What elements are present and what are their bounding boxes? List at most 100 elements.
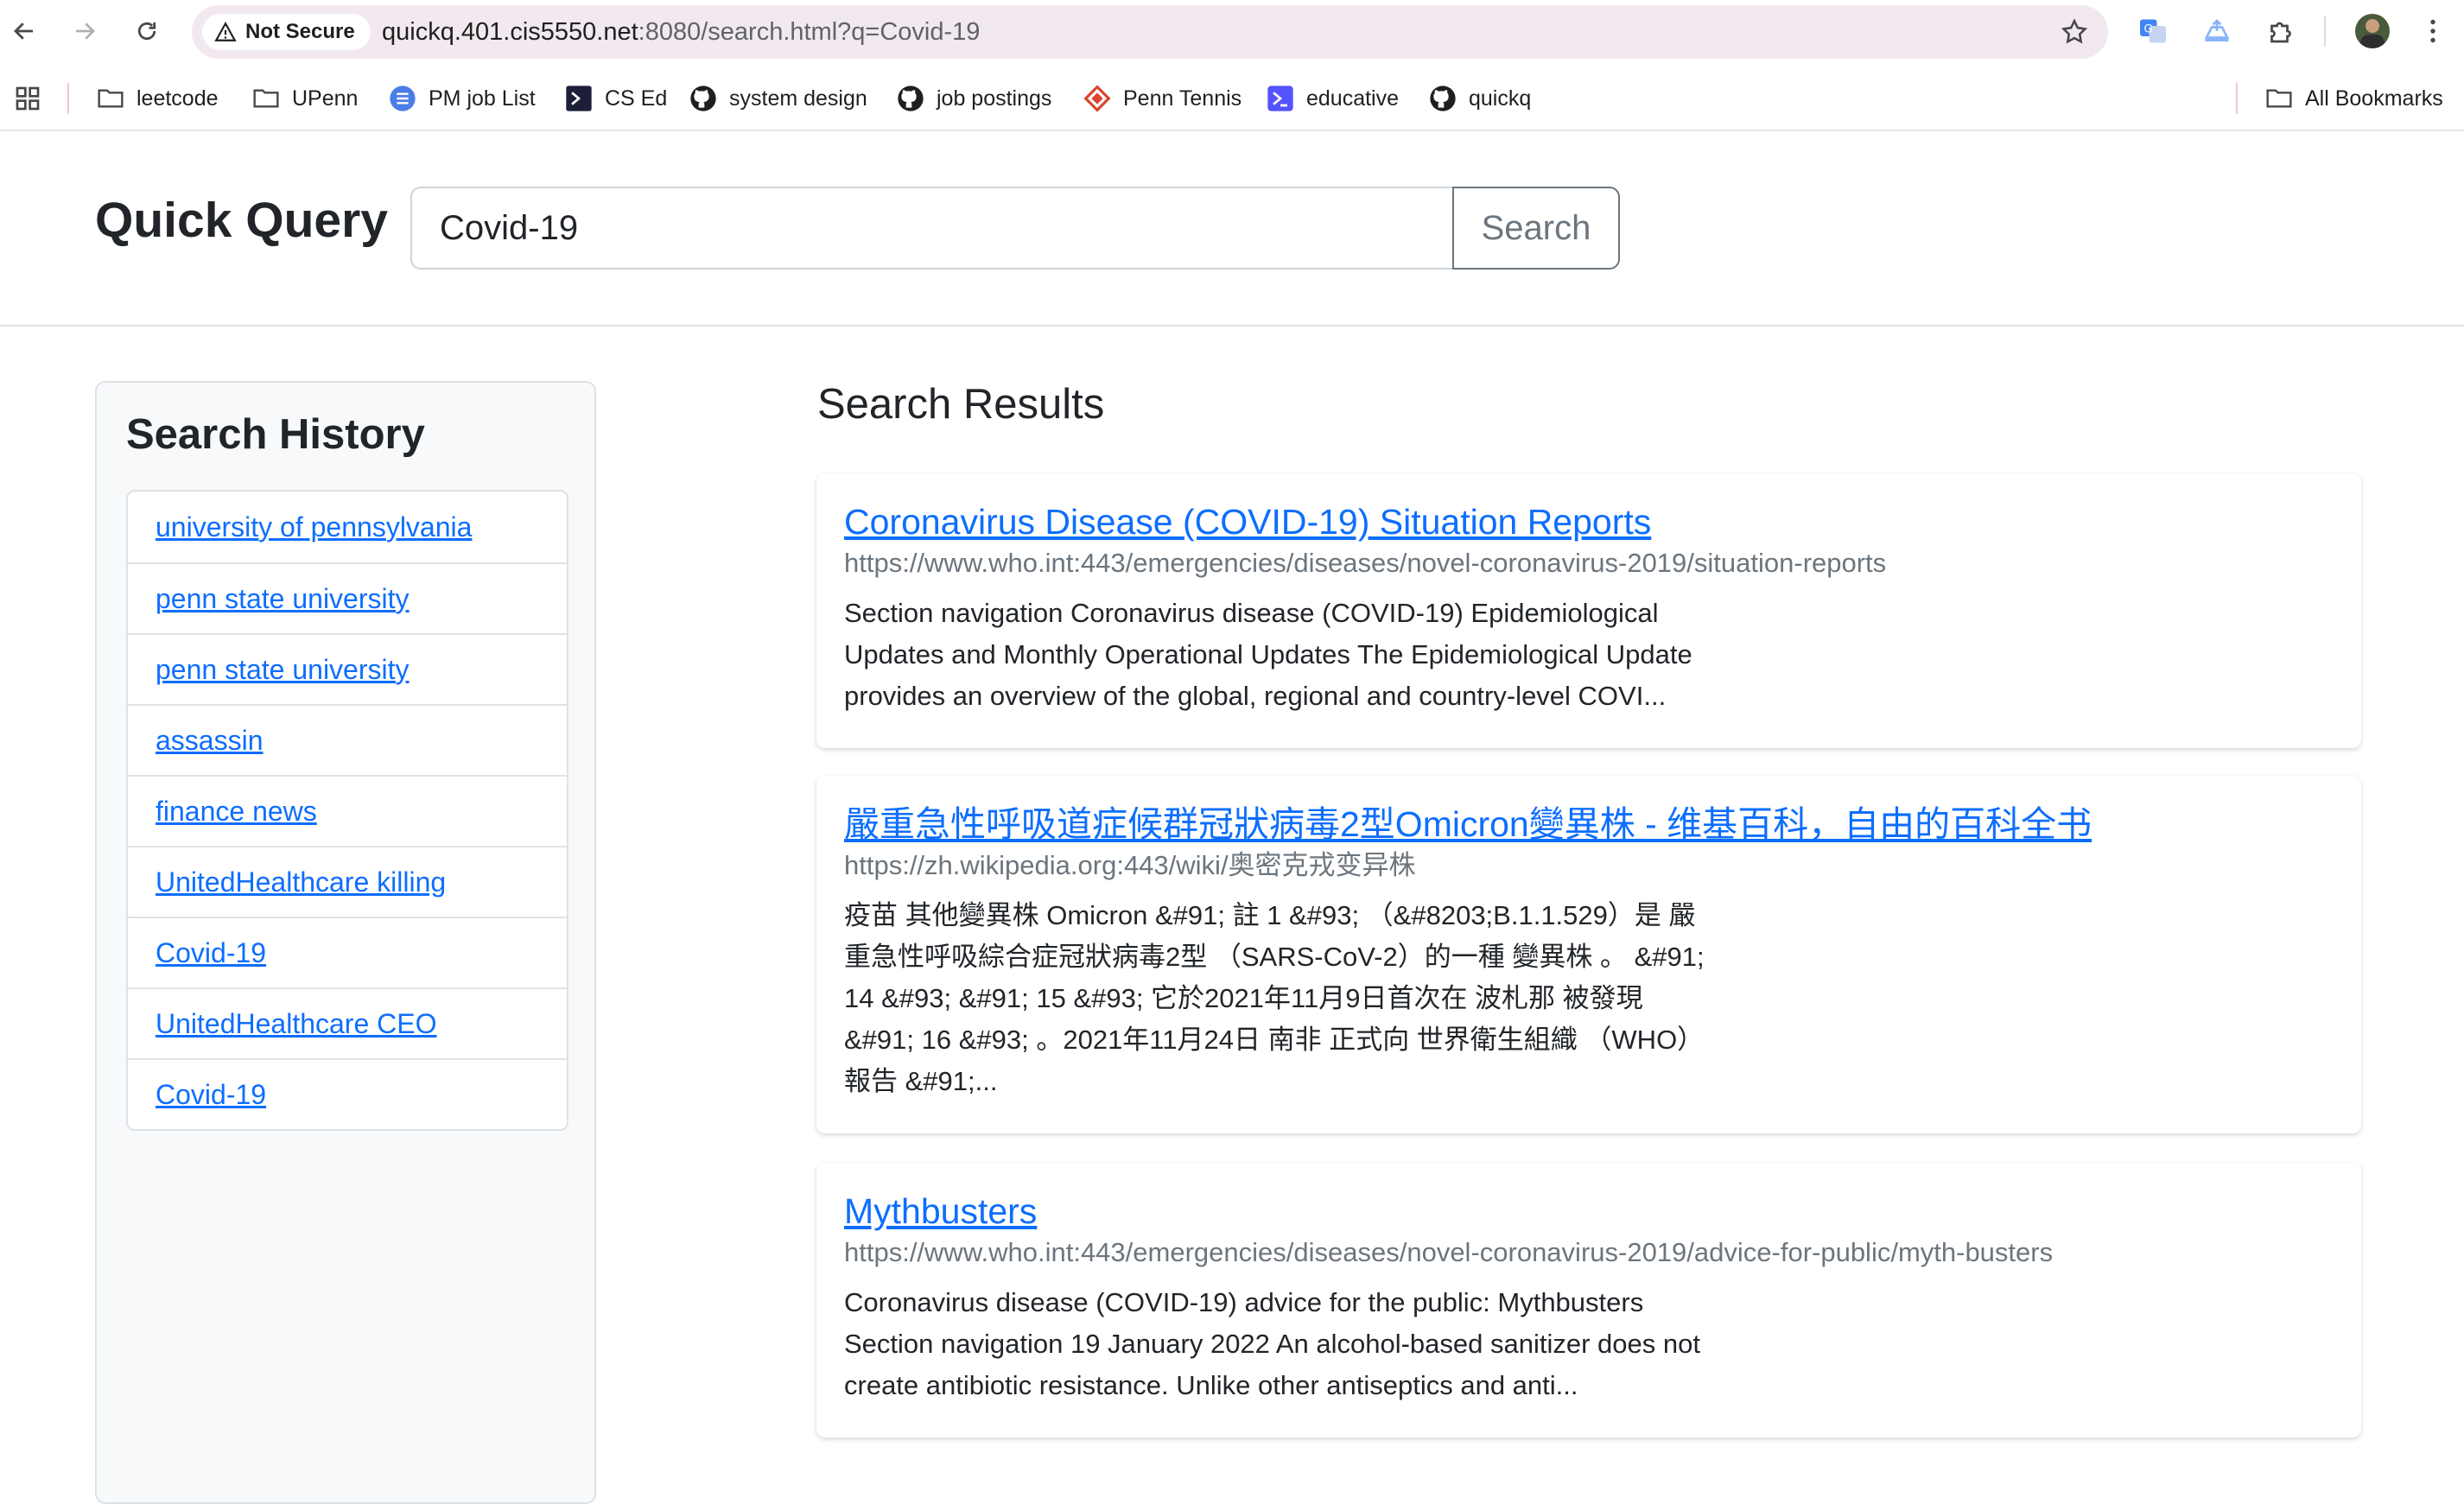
bookmark-star-icon[interactable] bbox=[2060, 17, 2089, 47]
bookmark-label: CS Ed bbox=[605, 86, 668, 111]
history-item: penn state university bbox=[128, 633, 567, 704]
url-host: quickq.401.cis5550.net bbox=[382, 18, 638, 46]
chrome-divider bbox=[0, 130, 2464, 131]
educative-icon bbox=[1267, 85, 1294, 112]
bookmark-system-design[interactable]: system design bbox=[689, 74, 867, 123]
search-history-list: university of pennsylvania penn state un… bbox=[126, 490, 568, 1131]
history-link[interactable]: penn state university bbox=[156, 583, 410, 615]
history-link[interactable]: UnitedHealthcare CEO bbox=[156, 1008, 436, 1040]
result-snippet: Section navigation Coronavirus disease (… bbox=[844, 598, 1692, 711]
github-icon bbox=[689, 85, 717, 112]
history-item: assassin bbox=[128, 704, 567, 775]
forward-button[interactable] bbox=[64, 10, 105, 52]
avatar-body bbox=[2360, 35, 2385, 48]
profile-avatar[interactable] bbox=[2355, 14, 2390, 48]
history-item: finance news bbox=[128, 775, 567, 846]
kebab-menu-icon bbox=[2430, 19, 2435, 43]
history-item: Covid-19 bbox=[128, 1058, 567, 1129]
history-link[interactable]: university of pennsylvania bbox=[156, 511, 472, 543]
address-bar[interactable]: Not Secure quickq.401.cis5550.net:8080/s… bbox=[192, 5, 2108, 59]
folder-icon bbox=[2265, 85, 2293, 112]
chrome-menu-button[interactable] bbox=[2416, 14, 2450, 48]
translate-icon: G bbox=[2140, 19, 2166, 43]
bookmark-job-postings[interactable]: job postings bbox=[897, 74, 1051, 123]
bookmark-label: UPenn bbox=[292, 86, 359, 111]
search-results-title: Search Results bbox=[817, 381, 1105, 428]
url-text[interactable]: quickq.401.cis5550.net:8080/search.html?… bbox=[382, 5, 980, 59]
bookmark-label: leetcode bbox=[137, 86, 219, 111]
history-item: UnitedHealthcare killing bbox=[128, 846, 567, 917]
result-card: Coronavirus Disease (COVID-19) Situation… bbox=[816, 473, 2361, 748]
bookmark-label: Penn Tennis bbox=[1123, 86, 1242, 111]
translate-extension[interactable]: G bbox=[2136, 14, 2170, 48]
result-url: https://www.who.int:443/emergencies/dise… bbox=[844, 1237, 2054, 1267]
history-item: UnitedHealthcare CEO bbox=[128, 987, 567, 1058]
bookmark-label: PM job List bbox=[429, 86, 536, 111]
result-title-link[interactable]: 嚴重急性呼吸道症候群冠狀病毒2型Omicron變異株 - 维基百科，自由的百科全… bbox=[844, 802, 2334, 847]
bookmark-divider bbox=[2236, 83, 2238, 114]
terminal-icon bbox=[565, 85, 593, 112]
github-icon bbox=[897, 85, 924, 112]
bookmark-leetcode[interactable]: leetcode bbox=[97, 74, 219, 123]
all-bookmarks-button[interactable]: All Bookmarks bbox=[2265, 74, 2443, 123]
history-link[interactable]: assassin bbox=[156, 725, 264, 757]
url-path: :8080/search.html?q=Covid-19 bbox=[638, 18, 981, 46]
back-button[interactable] bbox=[3, 10, 45, 52]
bookmark-label: educative bbox=[1306, 86, 1400, 111]
history-link[interactable]: Covid-19 bbox=[156, 1079, 266, 1111]
brand-title: Quick Query bbox=[95, 193, 388, 248]
github-icon bbox=[1429, 85, 1457, 112]
bookmark-cs-ed[interactable]: CS Ed bbox=[565, 74, 667, 123]
search-input[interactable] bbox=[410, 187, 1452, 270]
toolbar-divider bbox=[2324, 16, 2326, 47]
diamond-icon bbox=[1083, 85, 1111, 112]
folder-icon bbox=[252, 85, 280, 112]
result-url: https://www.who.int:443/emergencies/dise… bbox=[844, 548, 1887, 578]
apps-button[interactable] bbox=[14, 74, 41, 123]
bookmark-educative[interactable]: educative bbox=[1267, 74, 1399, 123]
browser-toolbar: Not Secure quickq.401.cis5550.net:8080/s… bbox=[0, 0, 2464, 62]
bookmark-label: job postings bbox=[937, 86, 1052, 111]
puzzle-icon bbox=[2270, 22, 2291, 43]
search-history-panel: Search History university of pennsylvani… bbox=[95, 381, 596, 1504]
apps-grid-icon bbox=[14, 85, 41, 112]
history-link[interactable]: finance news bbox=[156, 796, 317, 828]
history-item: university of pennsylvania bbox=[128, 492, 567, 562]
result-url: https://zh.wikipedia.org:443/wiki/奥密克戎变异… bbox=[844, 850, 1416, 880]
security-label: Not Secure bbox=[245, 20, 355, 43]
all-bookmarks-label: All Bookmarks bbox=[2305, 86, 2443, 111]
warning-icon bbox=[214, 22, 237, 41]
result-title-link[interactable]: Mythbusters bbox=[844, 1189, 2334, 1234]
history-link[interactable]: Covid-19 bbox=[156, 937, 266, 969]
history-item: penn state university bbox=[128, 562, 567, 633]
security-chip[interactable]: Not Secure bbox=[202, 14, 371, 50]
result-title-link[interactable]: Coronavirus Disease (COVID-19) Situation… bbox=[844, 499, 2334, 544]
bookmark-pm-job-list[interactable]: PM job List bbox=[389, 74, 536, 123]
reload-icon bbox=[137, 22, 156, 41]
list-icon bbox=[389, 85, 416, 112]
back-arrow-icon bbox=[14, 22, 33, 40]
search-button[interactable]: Search bbox=[1452, 187, 1620, 270]
extensions-button[interactable] bbox=[2264, 14, 2298, 48]
drive-upload-icon bbox=[2204, 19, 2230, 41]
drive-extension[interactable] bbox=[2200, 14, 2234, 48]
result-card: 嚴重急性呼吸道症候群冠狀病毒2型Omicron變異株 - 维基百科，自由的百科全… bbox=[816, 776, 2361, 1133]
bookmarks-bar: leetcode UPenn PM job List CS Ed system … bbox=[0, 74, 2464, 123]
history-link[interactable]: penn state university bbox=[156, 654, 410, 686]
bookmark-label: system design bbox=[729, 86, 867, 111]
forward-arrow-icon bbox=[76, 22, 95, 40]
bookmark-label: quickq bbox=[1469, 86, 1532, 111]
avatar-face bbox=[2366, 19, 2379, 33]
bookmark-divider bbox=[67, 83, 69, 114]
result-snippet: 疫苗 其他變異株 Omicron &#91; 註 1 &#93; （&#8203… bbox=[844, 900, 1705, 1096]
result-snippet: Coronavirus disease (COVID-19) advice fo… bbox=[844, 1287, 1700, 1400]
reload-button[interactable] bbox=[126, 10, 168, 52]
bookmark-upenn[interactable]: UPenn bbox=[252, 74, 358, 123]
bookmark-penn-tennis[interactable]: Penn Tennis bbox=[1083, 74, 1242, 123]
history-link[interactable]: UnitedHealthcare killing bbox=[156, 866, 446, 898]
history-item: Covid-19 bbox=[128, 917, 567, 987]
bookmark-quickq[interactable]: quickq bbox=[1429, 74, 1531, 123]
folder-icon bbox=[97, 85, 124, 112]
header-divider bbox=[0, 325, 2464, 327]
svg-text:G: G bbox=[2144, 22, 2154, 35]
